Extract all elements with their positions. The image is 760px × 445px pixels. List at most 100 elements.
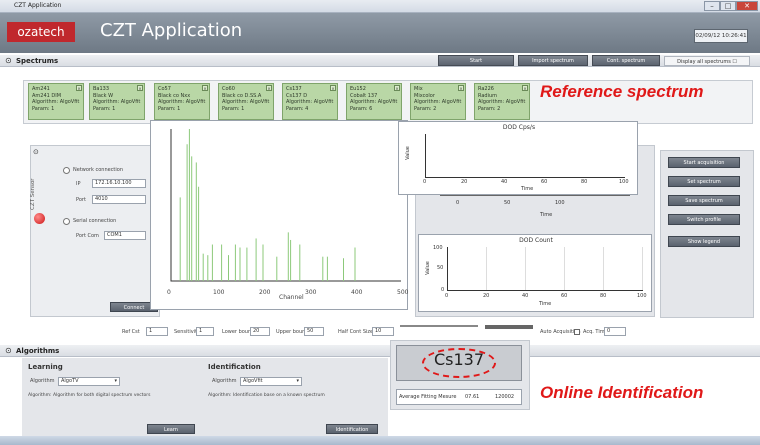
tick-label: 300 [305, 289, 317, 296]
ip-label: IP [76, 181, 81, 187]
count-plot: DOD Count Value 100 50 0 0 20 40 60 80 1… [418, 234, 652, 312]
port-field[interactable]: 4010 [92, 195, 146, 204]
param-label: Half Cont Size [338, 329, 374, 335]
identification-title: Identification [208, 363, 261, 371]
chevron-down-icon: ▾ [296, 378, 299, 384]
window-titlebar: CZT Application – □ ✕ [0, 0, 760, 13]
spectrum-card[interactable]: × Eu152 Cobalt 137 Algorithm: AlgoVfit Param… [346, 83, 402, 120]
tick-label: 50 [437, 265, 444, 271]
minimize-icon[interactable]: – [704, 1, 720, 11]
learning-algo-select[interactable]: AlgoTV ▾ [58, 377, 120, 386]
online-identification-label: Online Identification [540, 383, 704, 402]
tick-label: 100 [213, 289, 225, 296]
upper-bound-field[interactable]: 50 [304, 327, 324, 336]
tick-label: 0 [167, 289, 171, 296]
set-spectrum-button[interactable]: Set spectrum [668, 176, 740, 187]
count-plot-title: DOD Count [519, 237, 553, 244]
czt-sensor-label: CZT Sensor [30, 178, 36, 210]
tick-label: 400 [351, 289, 363, 296]
tick-label: 0 [445, 293, 449, 299]
spectrum-card[interactable]: × Co60 Black co D.SS.A Algorithm: AlgoVfit P… [218, 83, 274, 120]
spectrum-card[interactable]: × Co57 Black co Nxx Algorithm: AlgoVfit Para… [154, 83, 210, 120]
sensitivity-field[interactable]: 1 [196, 327, 214, 336]
spectrum-card[interactable]: × Ra226 Radium Algorithm: AlgoVfit Param: 2 [474, 83, 530, 120]
port-label: Port [76, 197, 86, 203]
tick-label: 60 [541, 179, 548, 185]
close-icon[interactable]: ✕ [736, 1, 758, 11]
spectrum-xlabel: Channel [279, 294, 304, 301]
display-all-spectrums-toggle[interactable]: Display all spectrums ☐ [664, 56, 750, 66]
spectrum-card[interactable]: × Am241 Am241 DIM Algorithm: AlgoVfit Param:… [28, 83, 84, 120]
cps-plot: DOD Cps/s Value 0 20 40 60 80 100 Time [398, 121, 638, 195]
learning-title: Learning [28, 363, 63, 371]
result-stats: Average Fitting Mesure 07.61 120002 [396, 389, 522, 405]
count-xlabel: Time [539, 301, 552, 307]
tick-label: 100 [619, 179, 629, 185]
auto-acq-checkbox[interactable] [574, 329, 580, 335]
ref-cst-field[interactable]: 1 [146, 327, 168, 336]
company-logo: ozatech [7, 22, 75, 42]
tick-label: 100 [637, 293, 647, 299]
ident-algo-label: Algorithm [212, 378, 237, 384]
collapse-icon[interactable]: ⊙ [33, 148, 39, 156]
connection-status-led [34, 213, 45, 224]
half-cont-size-field[interactable]: 10 [372, 327, 394, 336]
tick-label: 0 [423, 179, 427, 185]
count-ylabel: Value [424, 261, 431, 275]
algorithms-panel-header: ⊙ Algorithms [0, 345, 760, 357]
algorithms-label: Algorithms [16, 347, 60, 355]
collapse-icon[interactable]: ⊙ [5, 346, 12, 355]
mid-plot-axis [440, 195, 630, 203]
tick-label: 50 [504, 200, 511, 206]
learning-algo-label: Algorithm [30, 378, 55, 384]
progress-track [400, 325, 478, 327]
chevron-down-icon: ▾ [114, 378, 117, 384]
close-icon[interactable]: × [458, 85, 464, 91]
identification-button[interactable]: Identification [326, 424, 378, 434]
acq-time-field[interactable]: 0 [604, 327, 626, 336]
ident-algo-select[interactable]: AlgoVfit ▾ [240, 377, 302, 386]
tick-label: 500 [397, 289, 409, 296]
spectrum-card[interactable]: × Cs137 Cs137 D Algorithm: AlgoVfit Param: 4 [282, 83, 338, 120]
spectrum-plot: 0 100 200 300 400 500 [150, 120, 409, 310]
start-acquisition-button[interactable]: Start acquisition [668, 157, 740, 168]
serial-radio[interactable] [63, 218, 70, 225]
collapse-icon[interactable]: ⊙ [5, 56, 12, 65]
ip-field[interactable]: 172.16.10.100 [92, 179, 146, 188]
cont-spectrum-button[interactable]: Cont. spectrum [592, 55, 660, 66]
close-icon[interactable]: × [266, 85, 272, 91]
cps-plot-area [425, 134, 625, 178]
reference-spectrum-label: Reference spectrum [540, 82, 704, 101]
maximize-icon[interactable]: □ [720, 1, 736, 11]
close-icon[interactable]: × [76, 85, 82, 91]
spectrum-card[interactable]: × Ba133 Black W Algorithm: AlgoVfit Param: 1 [89, 83, 145, 120]
close-icon[interactable]: × [137, 85, 143, 91]
tick-label: 40 [501, 179, 508, 185]
spectrum-card[interactable]: × Mix Mixcolor Algorithm: AlgoVfit Param: 2 [410, 83, 466, 120]
show-legend-button[interactable]: Show legend [668, 236, 740, 247]
datetime-display: 02/09/12 10:26:41 [694, 29, 748, 43]
close-icon[interactable]: × [202, 85, 208, 91]
app-title: CZT Application [100, 20, 243, 41]
lower-bound-field[interactable]: 20 [250, 327, 270, 336]
learn-button[interactable]: Learn [147, 424, 195, 434]
close-icon[interactable]: × [394, 85, 400, 91]
tick-label: 100 [433, 245, 443, 251]
tick-label: 20 [461, 179, 468, 185]
close-icon[interactable]: × [330, 85, 336, 91]
start-button[interactable]: Start [438, 55, 514, 66]
serial-label: Serial connection [73, 218, 117, 224]
tick-label: 100 [555, 200, 565, 206]
cps-plot-title: DOD Cps/s [502, 124, 536, 131]
import-spectrum-button[interactable]: Import spectrum [518, 55, 588, 66]
switch-profile-button[interactable]: Switch profile [668, 214, 740, 225]
port-com-field[interactable]: COM1 [104, 231, 146, 240]
close-icon[interactable]: × [522, 85, 528, 91]
tick-label: 80 [581, 179, 588, 185]
save-spectrum-button[interactable]: Save spectrum [668, 195, 740, 206]
network-radio[interactable] [63, 167, 70, 174]
progress-bar [485, 325, 533, 329]
learning-description: Algorithm: Algorithm for both digital sp… [28, 393, 151, 398]
spectrum-axis [170, 129, 401, 282]
tick-label: 60 [561, 293, 568, 299]
